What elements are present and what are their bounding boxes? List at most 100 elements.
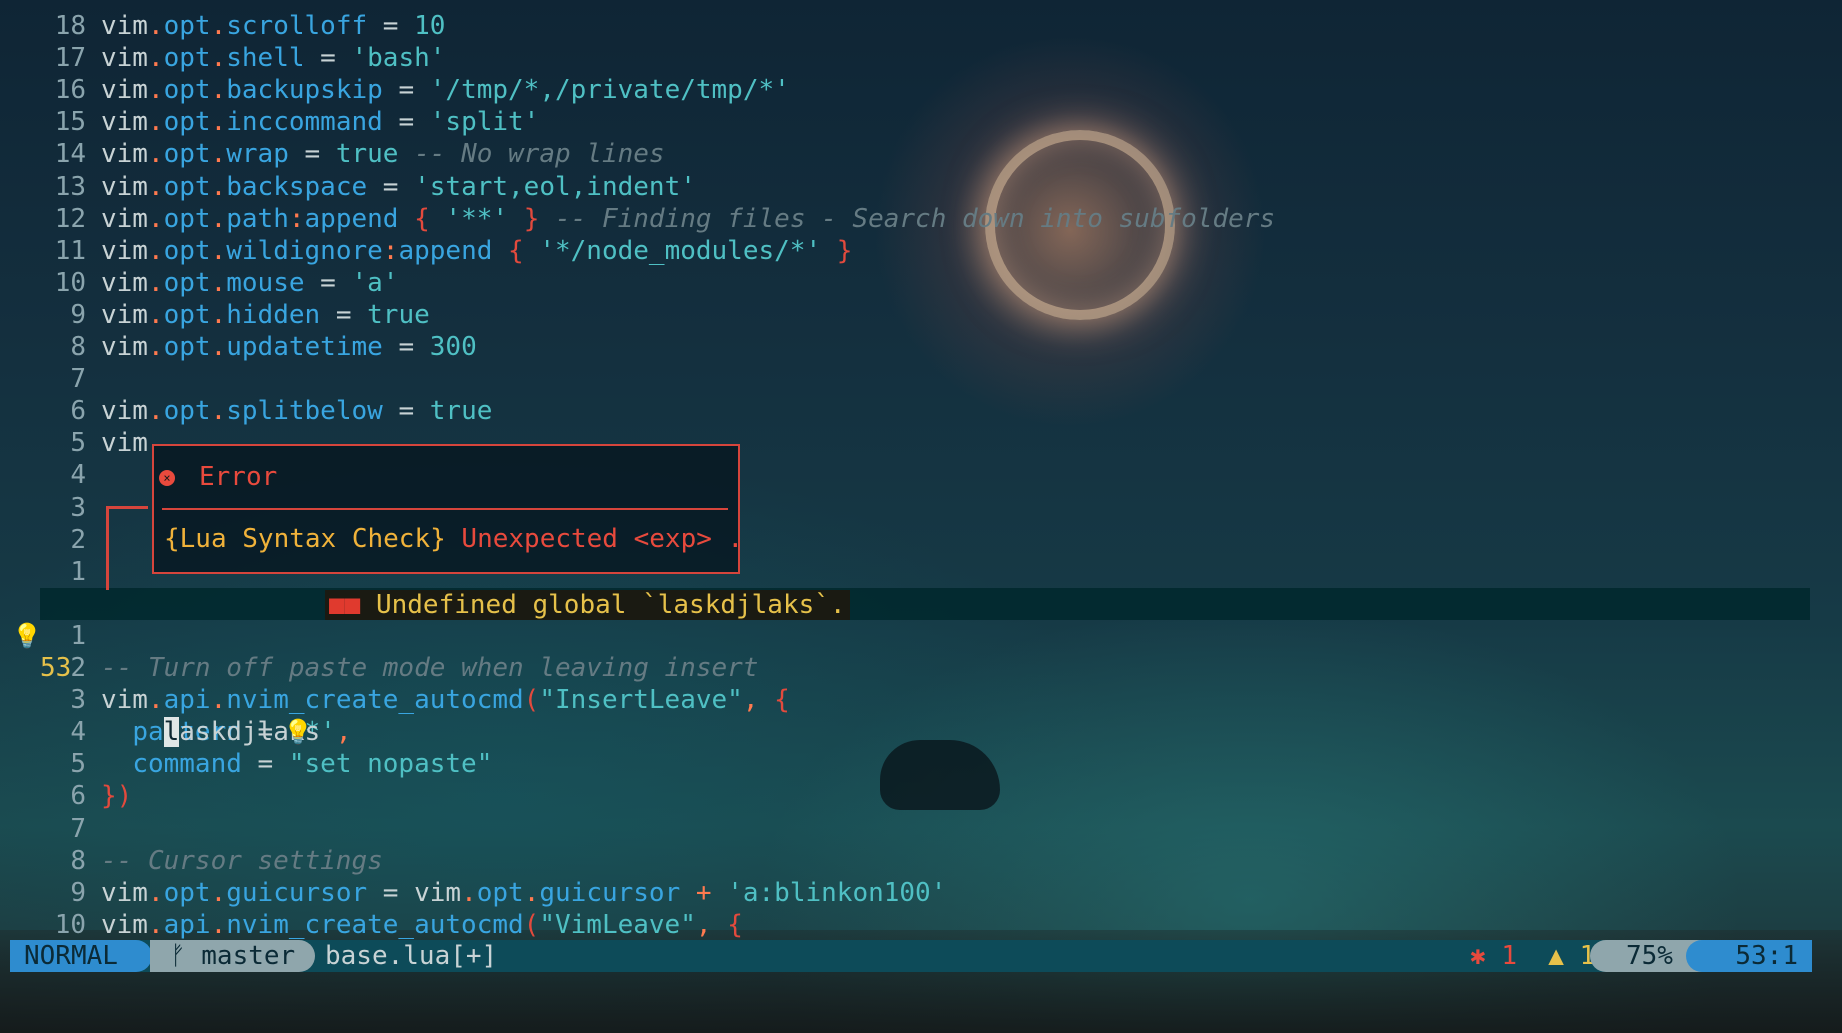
- code-token: guicursor: [539, 878, 681, 908]
- code-token: vim: [101, 11, 148, 41]
- statusline: NORMAL ᚠ master base.lua[+] ✱ 1 ▲ 1 75% …: [10, 940, 1812, 972]
- code-line[interactable]: 8 -- Cursor settings: [0, 845, 1842, 877]
- code-line[interactable]: 10 vim.api.nvim_create_autocmd("VimLeave"…: [0, 909, 1842, 941]
- code-line[interactable]: 8 vim.opt.updatetime = 300: [0, 331, 1842, 363]
- code-token: opt: [163, 878, 211, 908]
- code-token: opt: [163, 204, 211, 234]
- code-token: vim: [414, 878, 462, 908]
- code-token: .: [147, 300, 164, 330]
- code-token: .: [147, 204, 164, 234]
- line-text: vim.opt.splitbelow = true: [101, 395, 492, 427]
- line-text: vim.opt.updatetime = 300: [101, 331, 477, 363]
- code-token: opt: [163, 172, 211, 202]
- cursor-line[interactable]: 💡 53 laskdjlaks 💡: [0, 588, 1842, 747]
- line-number: 10: [54, 268, 86, 298]
- code-token: =: [382, 332, 430, 362]
- line-number: 5: [70, 749, 86, 779]
- code-token: .: [210, 75, 227, 105]
- code-line[interactable]: 9 vim.opt.guicursor = vim.opt.guicursor +…: [0, 877, 1842, 909]
- line-number: 1: [70, 557, 86, 587]
- line-number: 3: [70, 493, 86, 523]
- code-line[interactable]: 18 vim.opt.scrolloff = 10: [0, 10, 1842, 42]
- code-token: {: [414, 204, 430, 234]
- code-line[interactable]: 17 vim.opt.shell = 'bash': [0, 42, 1842, 74]
- code-line[interactable]: 12 vim.opt.path:append { '**' } -- Findin…: [0, 203, 1842, 235]
- code-token: .: [210, 204, 227, 234]
- code-token: true: [429, 396, 493, 426]
- code-line[interactable]: 2 -- Turn off paste mode when leaving ins…: [0, 652, 1842, 684]
- error-text: Unexpected <exp> .: [461, 524, 744, 554]
- error-circle-icon: ×: [159, 469, 175, 486]
- code-token: 300: [429, 332, 477, 362]
- code-token: opt: [163, 11, 211, 41]
- code-token: backupskip: [226, 75, 383, 105]
- git-branch: ᚠ master: [150, 940, 316, 972]
- code-token: -- Cursor settings: [101, 846, 383, 876]
- code-token: =: [288, 139, 336, 169]
- line-number: 11: [54, 236, 86, 266]
- code-token: 10: [414, 11, 446, 41]
- code-token: vim: [101, 268, 148, 298]
- code-line[interactable]: 9 vim.opt.hidden = true: [0, 299, 1842, 331]
- code-token: vim: [101, 332, 148, 362]
- code-token: =: [367, 878, 415, 908]
- code-token: vim: [101, 43, 148, 73]
- code-line[interactable]: 15 vim.opt.inccommand = 'split': [0, 106, 1842, 138]
- code-token: .: [147, 332, 164, 362]
- code-token: :: [288, 204, 305, 234]
- code-token: "InsertLeave": [539, 685, 743, 715]
- code-token: backspace: [226, 172, 368, 202]
- code-line[interactable]: 1: [0, 620, 1842, 652]
- code-token: {: [774, 685, 790, 715]
- code-token: ,: [335, 717, 352, 747]
- diagnostic-text: Undefined global `laskdjlaks`.: [375, 590, 846, 620]
- line-text: -- Turn off paste mode when leaving inse…: [101, 652, 758, 684]
- code-token: .: [147, 878, 164, 908]
- code-line[interactable]: 11 vim.opt.wildignore:append { '*/node_mo…: [0, 235, 1842, 267]
- code-token: nvim_create_autocmd: [226, 910, 524, 940]
- code-token: mouse: [226, 268, 305, 298]
- code-line[interactable]: 7: [0, 813, 1842, 845]
- code-token: -- No wrap lines: [398, 139, 665, 169]
- warning-icon: ▲: [1548, 941, 1564, 971]
- code-token: vim: [101, 139, 148, 169]
- lightbulb-icon[interactable]: 💡: [283, 716, 313, 748]
- code-line[interactable]: 6 vim.opt.splitbelow = true: [0, 395, 1842, 427]
- error-squares-icon: ■■: [329, 590, 361, 620]
- code-line[interactable]: 13 vim.opt.backspace = 'start,eol,indent': [0, 171, 1842, 203]
- code-line[interactable]: 6}): [0, 780, 1842, 812]
- code-token: "VimLeave": [539, 910, 696, 940]
- line-text: vim.opt.backupskip = '/tmp/*,/private/tm…: [101, 74, 790, 106]
- code-line[interactable]: 7: [0, 363, 1842, 395]
- code-token: vim: [101, 236, 148, 266]
- line-text: vim.opt.wildignore:append { '*/node_modu…: [101, 235, 852, 267]
- code-token: opt: [476, 878, 524, 908]
- lightbulb-icon[interactable]: 💡: [12, 620, 42, 652]
- code-token: .: [147, 396, 164, 426]
- code-token: .: [210, 878, 227, 908]
- code-token: wildignore: [226, 236, 383, 266]
- code-token: .: [210, 172, 227, 202]
- code-token: =: [367, 11, 415, 41]
- line-number: 18: [54, 11, 86, 41]
- code-token: .: [147, 75, 164, 105]
- code-token: vim: [101, 75, 148, 105]
- code-token: .: [210, 43, 227, 73]
- code-line[interactable]: 16 vim.opt.backupskip = '/tmp/*,/private/…: [0, 74, 1842, 106]
- code-token: guicursor: [226, 878, 368, 908]
- code-token: 'start,eol,indent': [414, 172, 696, 202]
- error-source: {Lua Syntax Check}: [164, 524, 446, 554]
- code-token: 'a': [351, 268, 399, 298]
- code-line[interactable]: 14 vim.opt.wrap = true -- No wrap lines: [0, 138, 1842, 170]
- code-token: -- Turn off paste mode when leaving inse…: [101, 653, 759, 683]
- code-line[interactable]: 10 vim.opt.mouse = 'a': [0, 267, 1842, 299]
- code-token: true: [335, 139, 399, 169]
- line-number: 17: [54, 43, 86, 73]
- code-token: .: [210, 11, 227, 41]
- code-token: opt: [163, 107, 211, 137]
- code-token: vim: [101, 300, 148, 330]
- code-token: .: [147, 43, 164, 73]
